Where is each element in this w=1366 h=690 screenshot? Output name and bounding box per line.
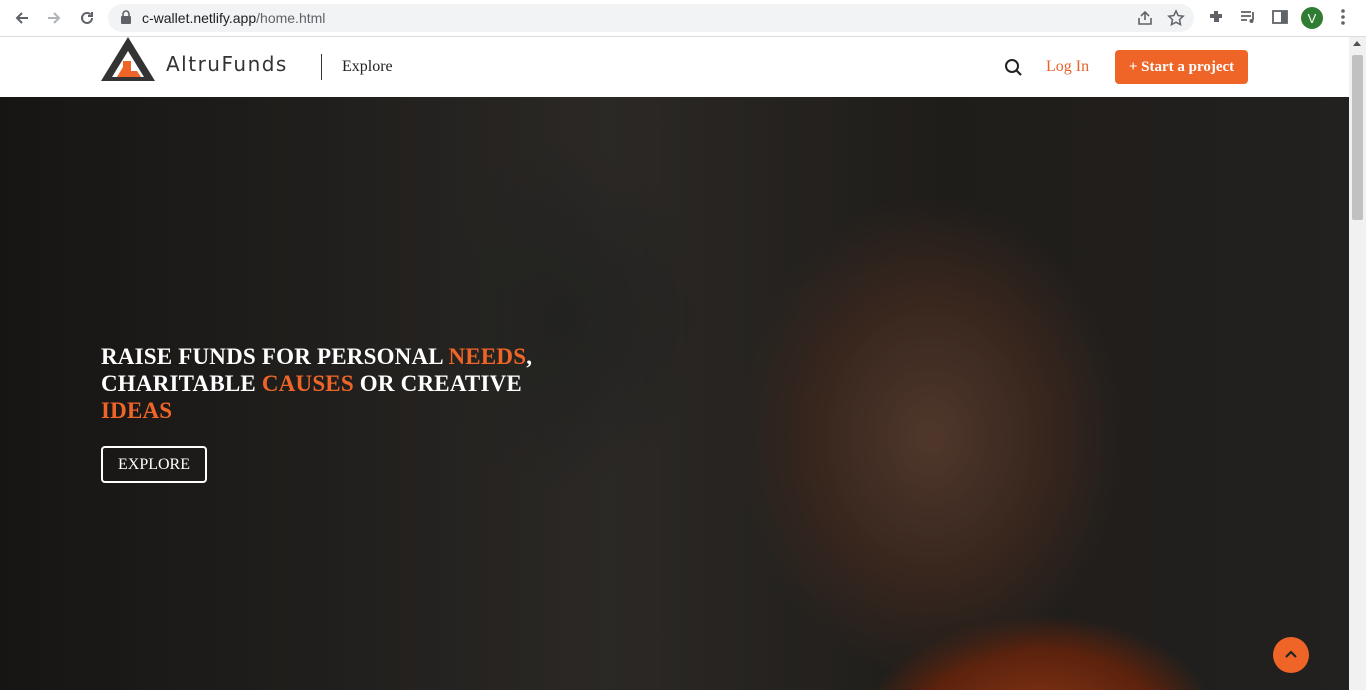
hero-section: RAISE FUNDS FOR PERSONAL NEEDS, CHARITAB… [0, 97, 1349, 690]
extensions-icon[interactable] [1207, 8, 1225, 26]
brand-name[interactable]: AltruFunds [166, 52, 288, 76]
back-button[interactable] [10, 7, 34, 29]
scroll-thumb[interactable] [1352, 55, 1363, 220]
reload-button[interactable] [75, 7, 99, 29]
profile-avatar[interactable]: V [1301, 7, 1323, 29]
start-project-button[interactable]: + Start a project [1115, 50, 1248, 84]
explore-button[interactable]: EXPLORE [101, 446, 207, 483]
hero-title: RAISE FUNDS FOR PERSONAL NEEDS, CHARITAB… [101, 344, 533, 423]
media-icon[interactable] [1239, 8, 1257, 26]
address-bar[interactable]: c-wallet.netlify.app/home.html [108, 4, 1194, 32]
forward-icon [48, 12, 61, 24]
scroll-to-top-button[interactable] [1273, 637, 1309, 673]
header-divider [321, 54, 322, 80]
side-panel-icon[interactable] [1271, 8, 1289, 26]
site-header: AltruFunds Explore Log In + Start a proj… [0, 37, 1349, 97]
back-icon [15, 12, 28, 24]
url-text: c-wallet.netlify.app/home.html [142, 10, 326, 26]
menu-icon[interactable] [1336, 8, 1350, 26]
lock-icon [121, 10, 131, 24]
forward-button[interactable] [42, 7, 66, 29]
chevron-up-icon [1285, 650, 1297, 658]
explore-link[interactable]: Explore [342, 58, 393, 76]
browser-toolbar: c-wallet.netlify.app/home.html V [0, 0, 1366, 37]
reload-icon [81, 11, 93, 24]
star-icon[interactable] [1167, 9, 1185, 27]
page-scrollbar[interactable] [1349, 37, 1366, 690]
search-icon[interactable] [1004, 58, 1023, 77]
altrufunds-logo-icon[interactable] [101, 37, 155, 81]
scroll-up-arrow-icon[interactable] [1353, 41, 1361, 46]
share-icon[interactable] [1136, 9, 1154, 27]
login-link[interactable]: Log In [1046, 58, 1089, 76]
